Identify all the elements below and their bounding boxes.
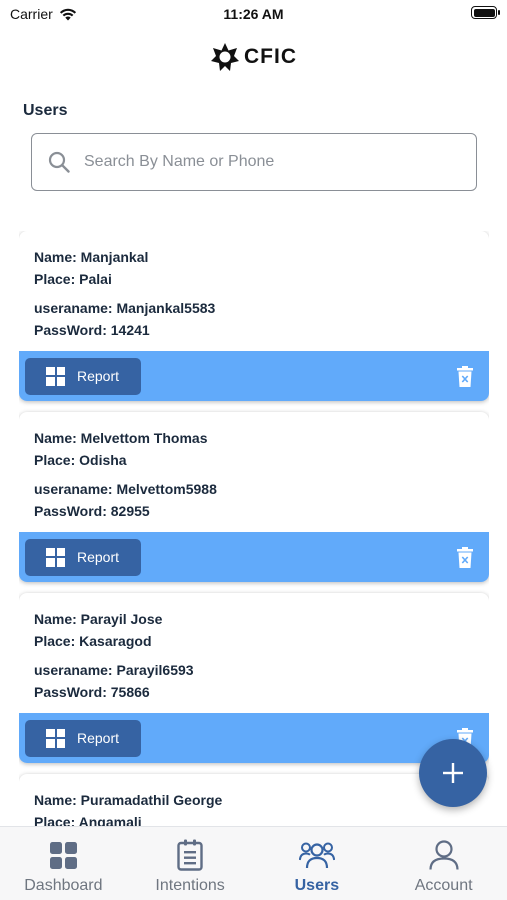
users-icon — [298, 842, 335, 869]
tab-label: Dashboard — [24, 877, 103, 894]
logo-text: CFIC — [244, 45, 297, 68]
user-list[interactable]: Name: Manjankal Place: Palai useraname: … — [19, 231, 489, 827]
user-name: Name: Melvettom Thomas — [34, 430, 208, 446]
dashboard-icon — [49, 841, 77, 869]
report-label: Report — [77, 730, 120, 746]
report-button[interactable]: Report — [25, 538, 141, 576]
search-box[interactable] — [31, 133, 477, 191]
user-name: Name: Puramadathil George — [34, 792, 223, 808]
app-logo: CFIC — [0, 42, 507, 72]
user-place: Place: Palai — [34, 271, 112, 287]
page-title: Users — [23, 102, 68, 119]
star-logo-icon — [211, 43, 239, 71]
report-grid-icon — [46, 547, 65, 567]
tab-account[interactable]: Account — [380, 827, 507, 900]
report-label: Report — [77, 549, 120, 565]
status-bar: Carrier 11:26 AM — [0, 0, 507, 30]
user-card: Name: Melvettom Thomas Place: Odisha use… — [19, 412, 489, 582]
tab-label: Users — [294, 877, 340, 894]
tab-label: Intentions — [155, 877, 225, 894]
search-input[interactable] — [84, 153, 454, 171]
user-card: Name: Manjankal Place: Palai useraname: … — [19, 231, 489, 401]
report-grid-icon — [46, 728, 65, 748]
user-username: useraname: Parayil6593 — [34, 662, 194, 678]
user-username: useraname: Manjankal5583 — [34, 300, 216, 316]
account-icon — [429, 840, 459, 870]
battery-icon — [471, 6, 500, 19]
report-label: Report — [77, 368, 120, 384]
card-footer: Report — [19, 713, 489, 763]
card-footer: Report — [19, 351, 489, 401]
report-button[interactable]: Report — [25, 719, 141, 757]
add-user-button[interactable] — [419, 739, 487, 807]
report-button[interactable]: Report — [25, 357, 141, 395]
user-password: PassWord: 82955 — [34, 503, 150, 519]
tab-dashboard[interactable]: Dashboard — [0, 827, 127, 900]
tab-intentions[interactable]: Intentions — [127, 827, 254, 900]
user-place: Place: Angamali — [34, 814, 142, 827]
delete-icon[interactable] — [457, 365, 473, 387]
plus-icon — [443, 763, 463, 783]
search-icon — [48, 151, 70, 173]
delete-icon[interactable] — [457, 546, 473, 568]
card-footer: Report — [19, 532, 489, 582]
user-password: PassWord: 14241 — [34, 322, 150, 338]
status-time: 11:26 AM — [223, 6, 284, 22]
user-name: Name: Parayil Jose — [34, 611, 163, 627]
user-card: Name: Parayil Jose Place: Kasaragod user… — [19, 593, 489, 763]
report-grid-icon — [46, 366, 65, 386]
user-card: Name: Puramadathil George Place: Angamal… — [19, 774, 489, 827]
user-place: Place: Odisha — [34, 452, 127, 468]
user-name: Name: Manjankal — [34, 249, 149, 265]
user-place: Place: Kasaragod — [34, 633, 152, 649]
bottom-tab-bar: Dashboard Intentions Users Account — [0, 826, 507, 900]
clipboard-icon — [177, 839, 203, 871]
tab-label: Account — [414, 877, 473, 894]
user-username: useraname: Melvettom5988 — [34, 481, 217, 497]
user-password: PassWord: 75866 — [34, 684, 150, 700]
tab-users[interactable]: Users — [254, 827, 381, 900]
